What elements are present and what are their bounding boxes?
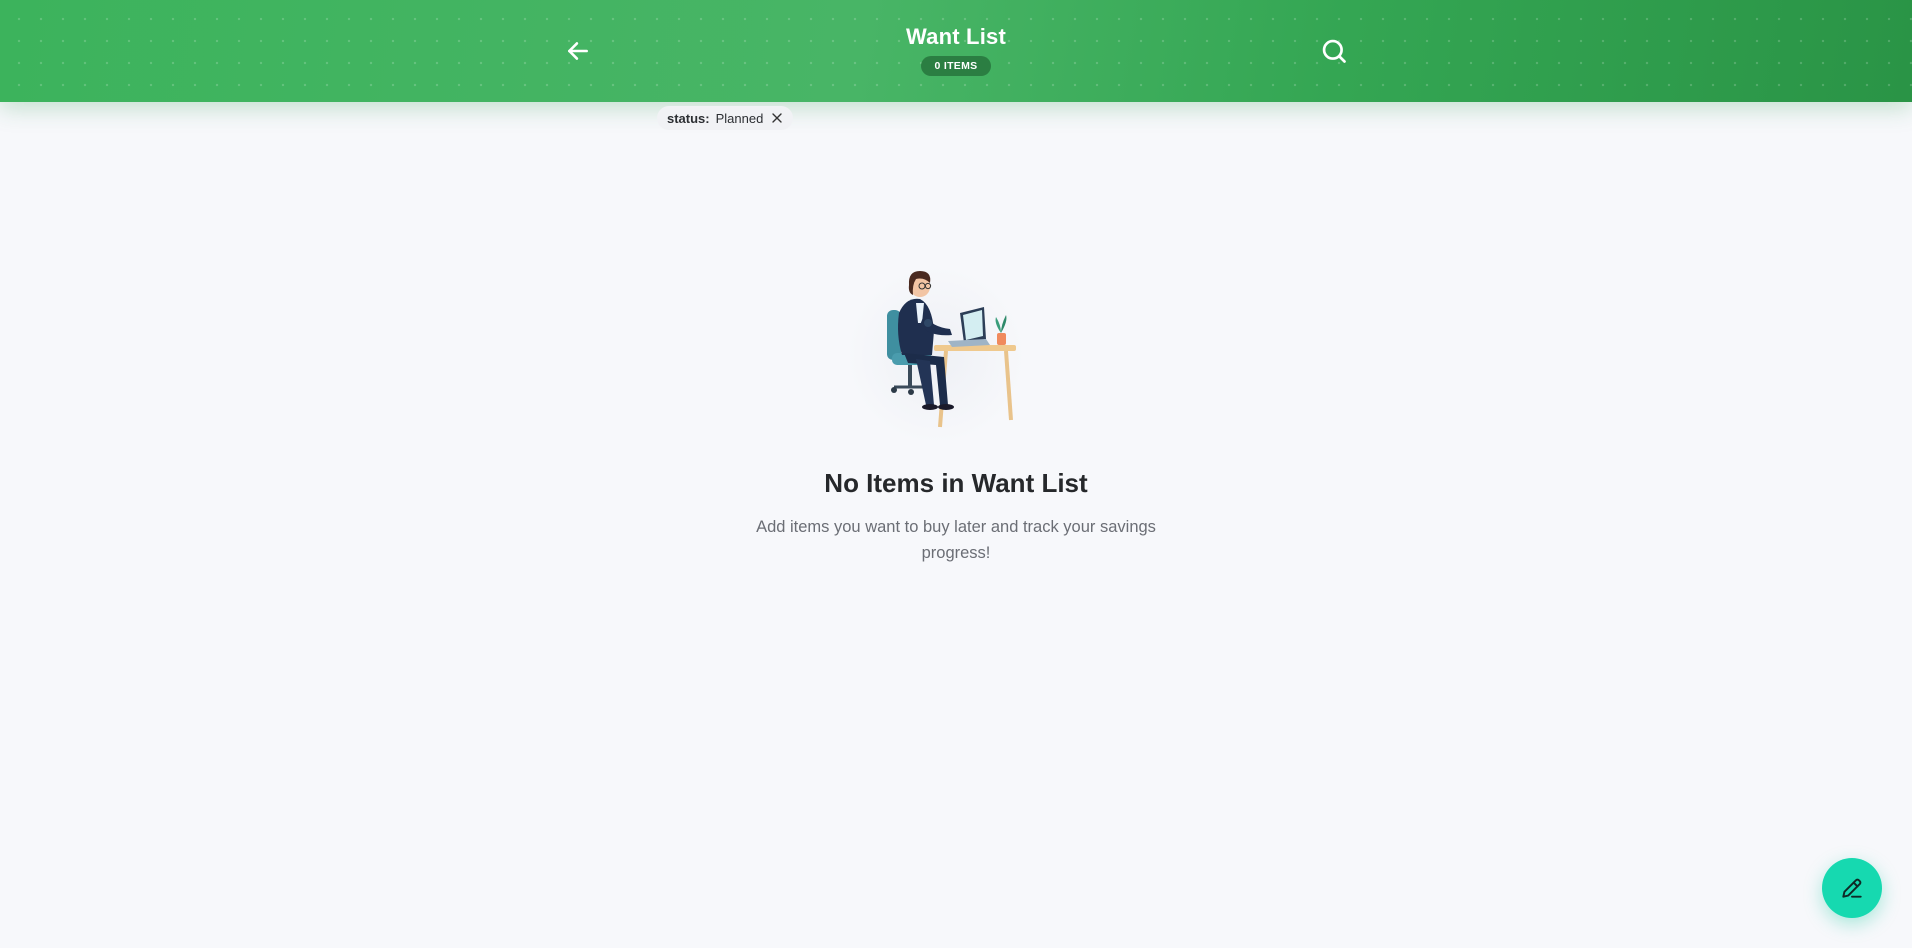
header-title-group: Want List 0 ITEMS xyxy=(806,22,1106,76)
close-icon xyxy=(772,113,783,123)
search-button[interactable] xyxy=(1316,33,1352,69)
empty-state-illustration xyxy=(836,255,1036,445)
pencil-icon xyxy=(1842,878,1862,898)
arrow-left-icon xyxy=(568,42,588,60)
page-title: Want List xyxy=(906,24,1006,49)
filter-key: status: xyxy=(667,110,710,126)
woman-working-at-laptop-illustration xyxy=(887,271,1016,428)
app-header: Want List 0 ITEMS xyxy=(0,0,1912,102)
item-count-badge: 0 ITEMS xyxy=(920,56,992,76)
back-button[interactable] xyxy=(560,34,596,68)
empty-state-description: Add items you want to buy later and trac… xyxy=(756,518,1156,562)
filter-value: Planned xyxy=(715,110,764,126)
empty-state-title: No Items in Want List xyxy=(824,468,1088,498)
status-filter-chip[interactable]: status: Planned xyxy=(657,106,794,130)
search-icon xyxy=(1322,39,1346,63)
add-item-fab[interactable] xyxy=(1822,858,1882,918)
remove-filter-button[interactable] xyxy=(771,112,783,124)
